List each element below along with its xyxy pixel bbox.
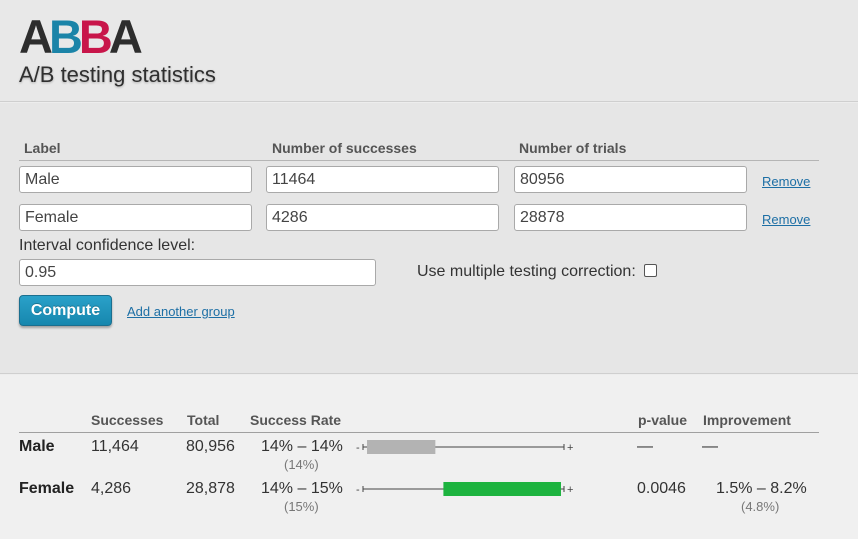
results-header-divider <box>19 432 819 433</box>
multiple-testing-checkbox[interactable] <box>644 264 657 277</box>
group-1-successes-input[interactable] <box>266 166 499 193</box>
success-rate-header: Success Rate <box>250 412 342 428</box>
trials-column-header: Number of trials <box>519 140 627 156</box>
row-1-rate-range: 14% – 14% <box>261 438 343 455</box>
row-2-successes: 4,286 <box>91 480 132 497</box>
group-1-trials-input[interactable] <box>514 166 747 193</box>
logo-letter-3: B <box>78 10 113 63</box>
group-2-successes-input[interactable] <box>266 204 499 231</box>
row-1-label: Male <box>19 438 55 455</box>
row-1-confidence-bar: - + <box>356 440 573 454</box>
successes-column-header: Number of successes <box>272 140 417 156</box>
row-1-improvement: — <box>702 438 718 455</box>
confidence-level-label: Interval confidence level: <box>19 237 196 254</box>
input-form: Label Number of successes Number of tria… <box>0 103 858 374</box>
ci-minus-label: - <box>356 442 360 454</box>
group-1-remove-link[interactable]: Remove <box>762 174 810 189</box>
row-2-improvement: 1.5% – 8.2% <box>716 480 807 497</box>
improvement-header: Improvement <box>703 412 791 428</box>
ci-minus-label: - <box>356 484 360 496</box>
group-1-label-input[interactable] <box>19 166 252 193</box>
row-2-total: 28,878 <box>186 480 235 497</box>
add-group-link[interactable]: Add another group <box>127 304 235 319</box>
form-header-divider <box>19 160 819 161</box>
row-1-p-value: — <box>637 438 653 455</box>
group-2-trials-input[interactable] <box>514 204 747 231</box>
ci-interval-bar <box>443 482 561 496</box>
row-1-successes: 11,464 <box>91 438 139 455</box>
logo-letter-1: A <box>19 10 53 63</box>
total-header: Total <box>187 412 220 428</box>
row-1-total: 80,956 <box>186 438 235 455</box>
row-1-rate-point: (14%) <box>284 457 319 472</box>
app-header: ABBA A/B testing statistics <box>0 0 858 102</box>
multiple-testing-label: Use multiple testing correction: <box>417 263 636 280</box>
results-table: Successes Total Success Rate p-value Imp… <box>0 375 858 539</box>
ci-interval-bar <box>367 440 436 454</box>
confidence-level-input[interactable] <box>19 259 376 286</box>
logo-letter-4: A <box>108 10 143 63</box>
label-column-header: Label <box>24 140 61 156</box>
successes-header: Successes <box>91 412 164 428</box>
row-2-improvement-point: (4.8%) <box>741 499 780 514</box>
row-2-label: Female <box>19 480 75 497</box>
group-2-label-input[interactable] <box>19 204 252 231</box>
abba-logo: ABBA <box>19 10 143 63</box>
page-subtitle: A/B testing statistics <box>19 62 216 87</box>
row-2-rate-range: 14% – 15% <box>261 480 343 497</box>
logo-letter-2: B <box>48 10 83 63</box>
p-value-header: p-value <box>638 412 688 428</box>
row-2-rate-point: (15%) <box>284 499 319 514</box>
compute-button[interactable]: Compute <box>19 295 112 326</box>
group-2-remove-link[interactable]: Remove <box>762 212 810 227</box>
ci-plus-label: + <box>567 442 573 454</box>
ci-plus-label: + <box>567 484 573 496</box>
row-2-confidence-bar: - + <box>356 482 573 496</box>
row-2-p-value: 0.0046 <box>637 480 686 497</box>
